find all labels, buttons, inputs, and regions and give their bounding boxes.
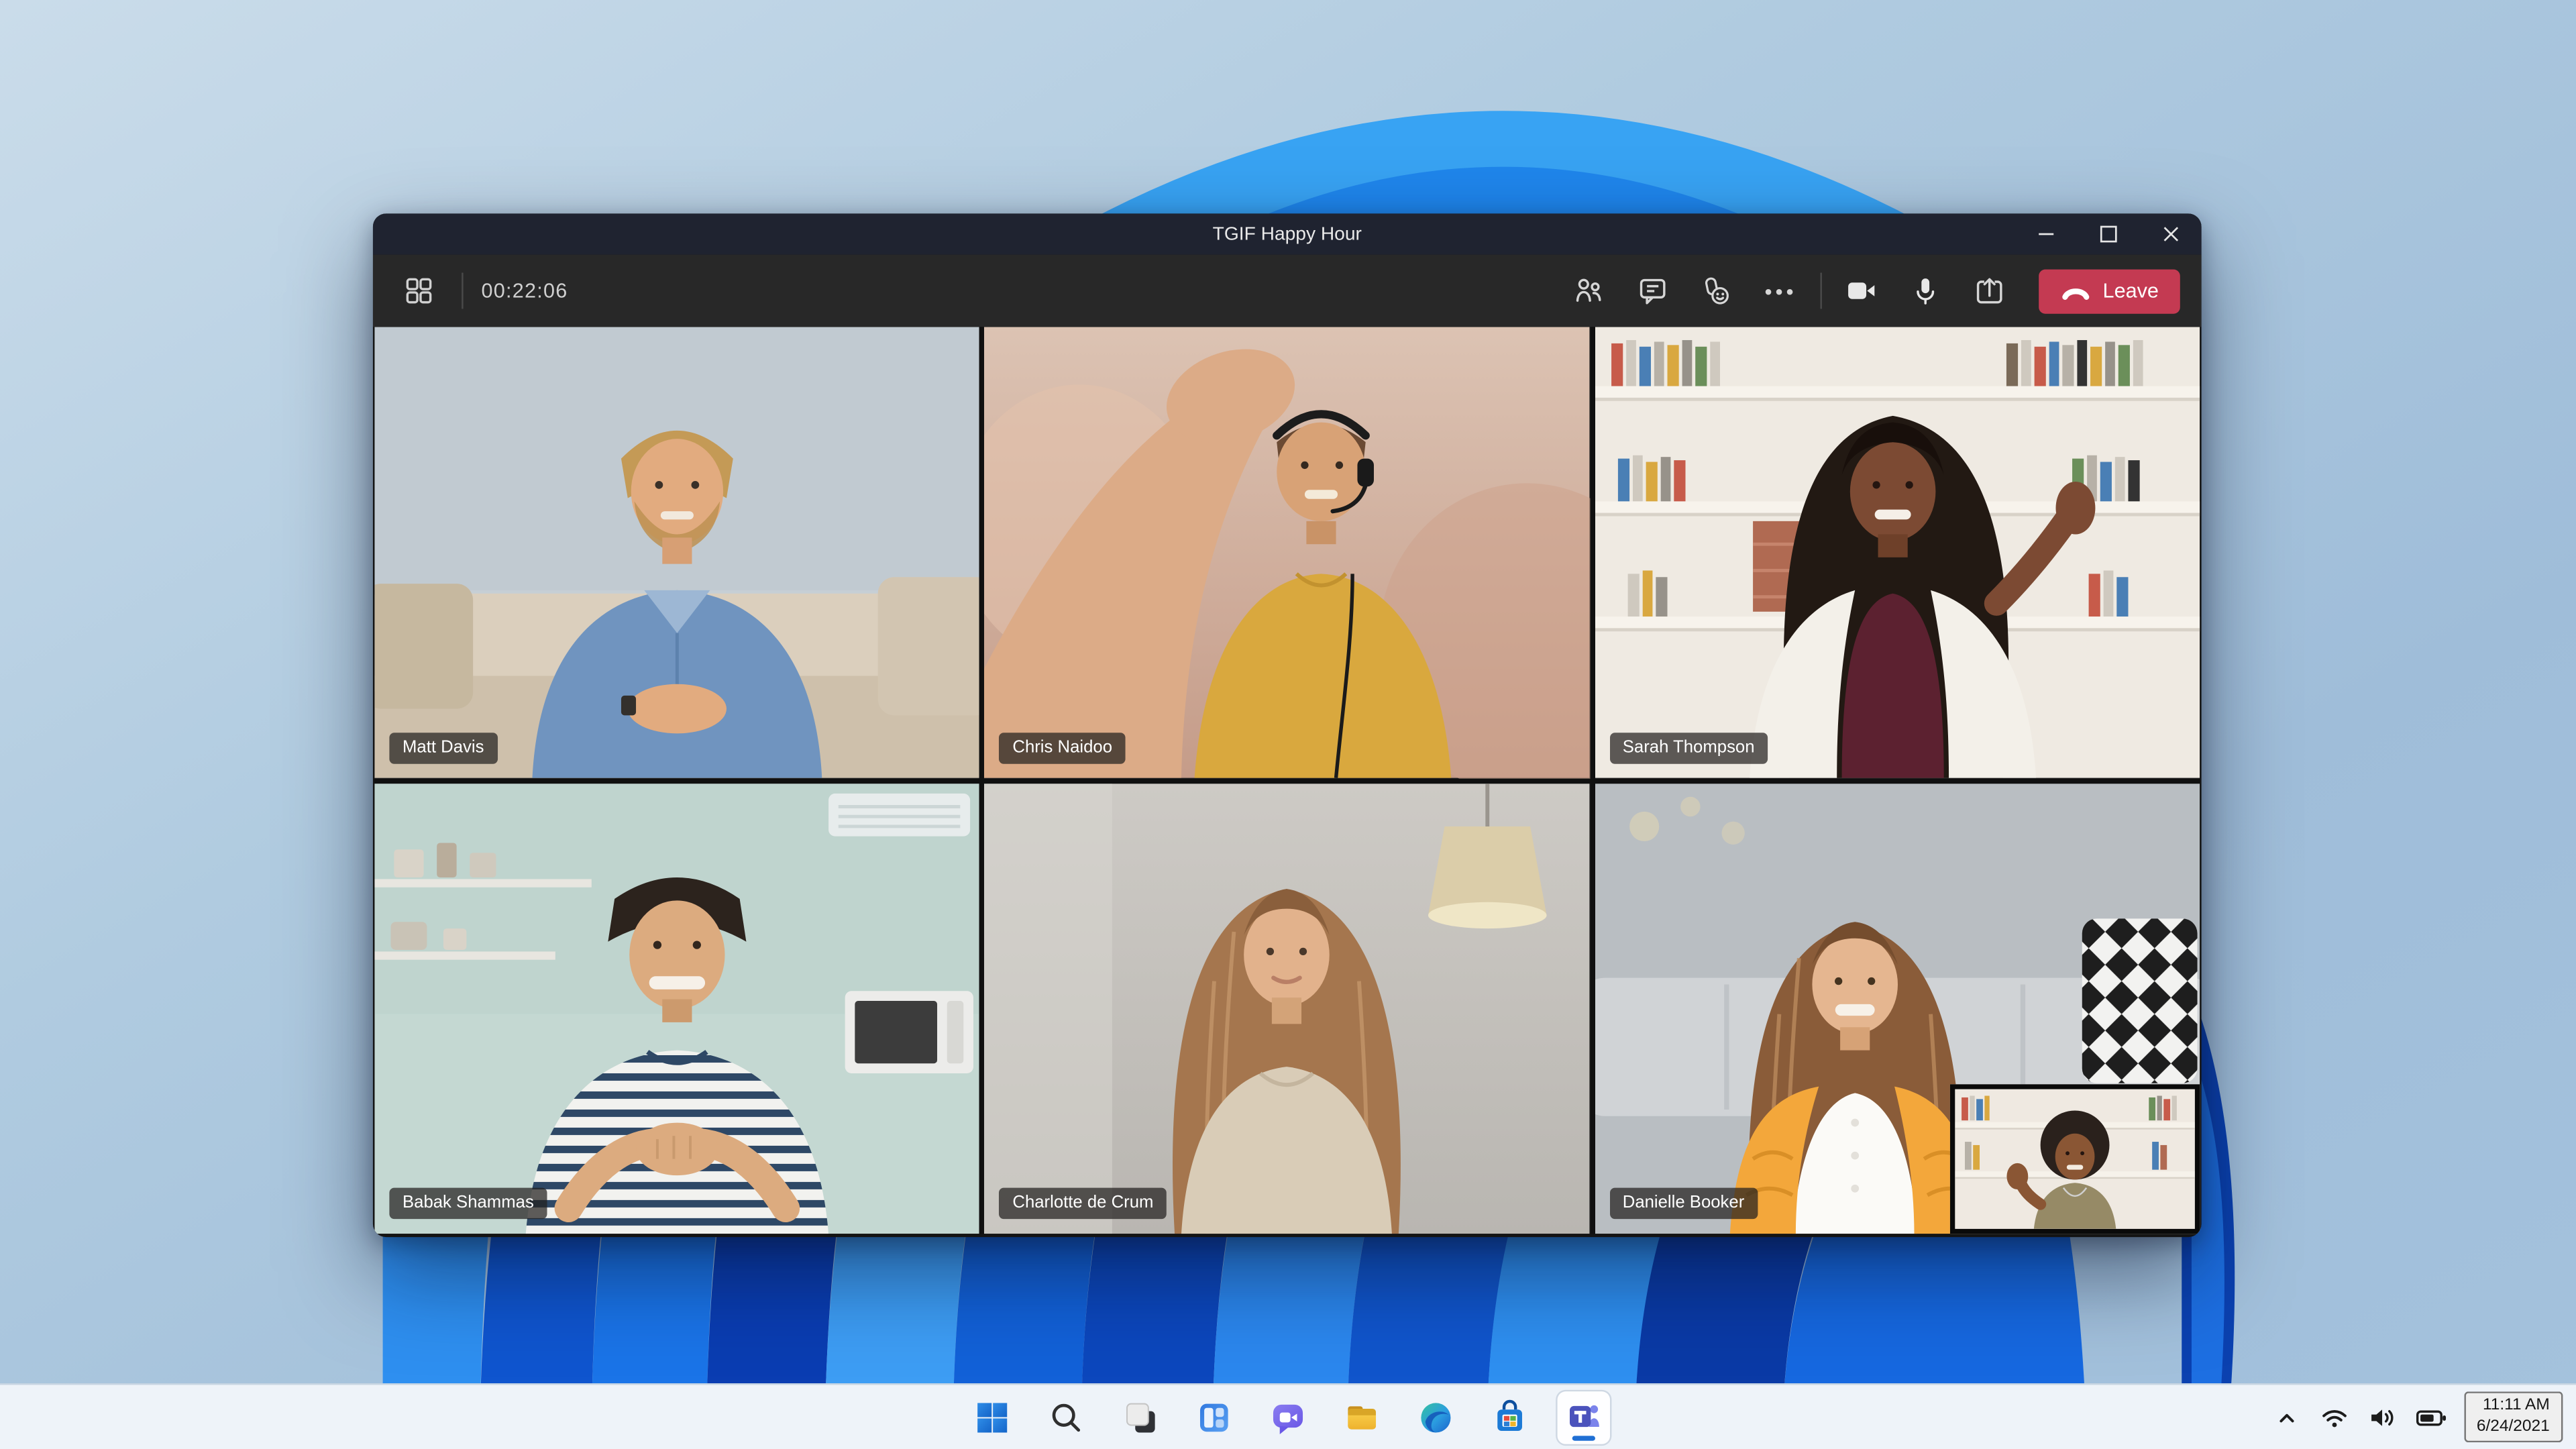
battery-icon <box>2415 1409 2445 1426</box>
wifi-icon <box>2321 1409 2346 1427</box>
teams-icon <box>1568 1405 1599 1428</box>
tray-date: 6/24/2021 <box>2476 1417 2550 1436</box>
chat-app-button[interactable] <box>1262 1391 1314 1443</box>
video-feed <box>1595 327 2200 778</box>
microsoft-store-button[interactable] <box>1483 1391 1536 1443</box>
volume-button[interactable] <box>2365 1401 2398 1434</box>
participant-name-label: Babak Shammas <box>389 1188 547 1220</box>
gallery-view-button[interactable] <box>394 266 443 315</box>
file-explorer-icon <box>1348 1405 1377 1429</box>
reactions-icon <box>1706 276 1730 304</box>
grid-view-icon <box>406 278 432 304</box>
leave-button[interactable]: Leave <box>2039 268 2180 313</box>
toolbar-left: 00:22:06 <box>394 266 568 315</box>
chat-app-icon <box>1273 1403 1303 1434</box>
participant-name-label: Matt Davis <box>389 733 498 763</box>
chat-button[interactable] <box>1628 266 1677 315</box>
widgets-icon <box>1199 1403 1228 1432</box>
minimize-button[interactable] <box>2014 213 2076 254</box>
windows-start-icon <box>977 1402 1008 1432</box>
taskbar-center <box>966 1385 1610 1449</box>
start-button[interactable] <box>966 1391 1018 1443</box>
self-video-feed <box>1955 1089 2195 1229</box>
edge-browser-button[interactable] <box>1409 1391 1462 1443</box>
video-grid: Matt Davis Chris Naidoo Sarah Thompson B… <box>374 327 2200 1234</box>
tray-time: 11:11 AM <box>2482 1396 2550 1415</box>
video-tile-sarah-thompson[interactable]: Sarah Thompson <box>1595 327 2200 778</box>
task-view-button[interactable] <box>1114 1391 1166 1443</box>
video-tile-chris-naidoo[interactable]: Chris Naidoo <box>984 327 1590 778</box>
people-icon <box>1576 278 1601 302</box>
ellipsis-icon: ••• <box>1764 278 1797 303</box>
widgets-button[interactable] <box>1188 1391 1240 1443</box>
toolbar-divider <box>462 272 464 309</box>
teams-app-button[interactable] <box>1557 1391 1610 1444</box>
video-feed <box>984 327 1590 778</box>
window-titlebar[interactable]: TGIF Happy Hour <box>372 213 2202 255</box>
minimize-icon <box>2037 233 2053 235</box>
tray-chevron-button[interactable] <box>2269 1401 2302 1434</box>
taskbar: 11:11 AM 6/24/2021 <box>0 1383 2576 1449</box>
chat-icon <box>1640 278 1666 305</box>
participant-name-label: Danielle Booker <box>1609 1188 1758 1220</box>
participant-name-label: Chris Naidoo <box>999 733 1126 763</box>
task-view-icon <box>1126 1402 1155 1432</box>
meeting-toolbar: 00:22:06 ••• Leave <box>372 254 2202 327</box>
system-tray: 11:11 AM 6/24/2021 <box>2269 1385 2563 1449</box>
search-icon <box>1052 1403 1081 1431</box>
leave-label: Leave <box>2102 279 2159 303</box>
microphone-button[interactable] <box>1900 266 1949 315</box>
taskbar-clock[interactable]: 11:11 AM 6/24/2021 <box>2463 1391 2563 1443</box>
desktop: TGIF Happy Hour 00:22:06 ••• Leave Matt … <box>0 0 2576 1449</box>
search-button[interactable] <box>1040 1391 1092 1443</box>
microphone-icon <box>1917 278 1935 305</box>
edge-icon <box>1421 1402 1451 1432</box>
share-screen-button[interactable] <box>1965 266 2014 315</box>
more-options-button[interactable]: ••• <box>1756 266 1805 315</box>
participant-name-label: Sarah Thompson <box>1609 733 1768 763</box>
video-tile-charlotte-de-crum[interactable]: Charlotte de Crum <box>984 782 1590 1234</box>
teams-meeting-window: TGIF Happy Hour 00:22:06 ••• Leave Matt … <box>372 213 2202 1238</box>
video-feed <box>374 327 980 778</box>
toolbar-right: ••• Leave <box>1564 266 2180 315</box>
hang-up-icon <box>2062 287 2090 299</box>
camera-on-icon <box>1847 282 1875 299</box>
window-title: TGIF Happy Hour <box>1212 224 1362 244</box>
toolbar-divider <box>1820 272 1822 309</box>
video-tile-matt-davis[interactable]: Matt Davis <box>374 327 980 778</box>
self-view-pip[interactable] <box>1949 1084 2200 1234</box>
network-button[interactable] <box>2317 1401 2350 1434</box>
window-controls <box>2014 213 2201 254</box>
battery-button[interactable] <box>2412 1401 2449 1434</box>
share-screen-icon <box>1976 278 2002 304</box>
participant-name-label: Charlotte de Crum <box>999 1188 1167 1220</box>
meeting-timer: 00:22:06 <box>481 279 568 303</box>
participants-button[interactable] <box>1564 266 1613 315</box>
video-feed <box>374 782 980 1234</box>
maximize-icon <box>2099 225 2116 243</box>
store-icon <box>1497 1399 1522 1430</box>
chevron-up-icon <box>2279 1413 2294 1422</box>
video-feed <box>984 782 1590 1234</box>
file-explorer-button[interactable] <box>1336 1391 1388 1443</box>
close-icon <box>2163 227 2178 241</box>
speaker-icon <box>2370 1408 2393 1426</box>
camera-button[interactable] <box>1837 266 1886 315</box>
maximize-button[interactable] <box>2077 213 2139 254</box>
reactions-button[interactable] <box>1692 266 1741 315</box>
close-button[interactable] <box>2139 213 2202 254</box>
video-tile-babak-shammas[interactable]: Babak Shammas <box>374 782 980 1234</box>
